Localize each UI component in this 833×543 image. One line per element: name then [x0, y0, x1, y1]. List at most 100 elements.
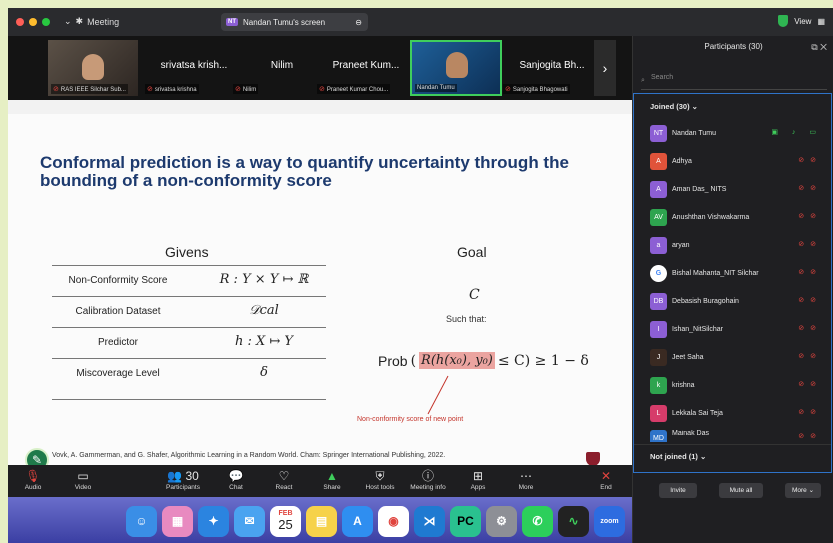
activity-monitor-icon[interactable]: ∿ [558, 505, 589, 537]
apps-button[interactable]: ⊞ Apps [455, 468, 501, 491]
muted-icons: ⊘⊘ [798, 213, 822, 220]
avatar: AV [650, 208, 667, 226]
givens-row: Predictor h : X ↦ Y [52, 327, 326, 357]
participant-row[interactable]: MD Mainak Das ⊘⊘ [650, 430, 828, 442]
popout-icon[interactable]: ⧉ [811, 42, 817, 52]
participant-row[interactable]: AV Anushthan Vishwakarma ⊘⊘ [650, 206, 828, 228]
givens-heading: Givens [165, 244, 209, 260]
participant-name: Aman Das_ NITS [672, 185, 727, 193]
video-tile[interactable]: Praneet Kum... ⊘ Praneet Kumar Chou... [314, 40, 418, 96]
chrome-icon[interactable]: ◉ [378, 505, 409, 537]
safari-icon[interactable]: ✦ [198, 505, 229, 537]
muted-icons: ⊘⊘ [798, 409, 822, 416]
host-tools-button[interactable]: ⛨ Host tools [357, 468, 403, 491]
muted-icons: ⊘⊘ [798, 297, 822, 304]
share-options-icon[interactable]: ⊖ [355, 18, 362, 27]
open-paren: ( [410, 352, 417, 369]
pycharm-icon[interactable]: PC [450, 505, 481, 537]
view-label: View [794, 16, 812, 26]
participant-row[interactable]: A Adhya ⊘⊘ [650, 150, 828, 172]
participants-button[interactable]: 👥 30 Participants [160, 468, 206, 491]
next-page-button[interactable]: › [594, 40, 616, 96]
highlighted-score: R(h(x₀), y₀) [419, 352, 495, 369]
participant-row[interactable]: a aryan ⊘⊘ [650, 234, 828, 256]
active-speaker-tile[interactable]: Nandan Tumu [410, 40, 502, 96]
calendar-icon[interactable]: FEB 25 [270, 505, 301, 537]
avatar: G [650, 264, 667, 282]
joined-section-header[interactable]: Joined (30) ⌄ [650, 102, 698, 111]
tile-name-label: ⊘ Sanjogita Bhagowati [503, 84, 570, 94]
screen-share-indicator[interactable]: NT Nandan Tumu's screen ⊖ [221, 13, 368, 31]
participant-name: Jeet Saha [672, 353, 704, 361]
vscode-icon[interactable]: ⋊ [414, 505, 445, 537]
mail-icon[interactable]: ✉ [234, 505, 265, 537]
audio-button[interactable]: 🎙 Audio [10, 468, 56, 491]
participant-row[interactable]: DB Debasish Buragohain ⊘⊘ [650, 290, 828, 312]
react-button[interactable]: ♡ React [261, 468, 307, 491]
meeting-info-button[interactable]: ⓘ Meeting info [405, 468, 451, 491]
view-button[interactable]: View ▦ [778, 15, 825, 27]
participant-row[interactable]: G Bishal Mahanta_NIT Silchar ⊘⊘ [650, 262, 828, 284]
participant-name: Lekkala Sai Teja [672, 409, 723, 417]
launchpad-icon[interactable]: ▦ [162, 505, 193, 537]
goal-c: C [469, 287, 480, 303]
close-icon[interactable]: ✕ [820, 42, 827, 52]
tile-name-label: ⊘ srivatsa krishna [145, 84, 199, 94]
app-store-icon[interactable]: A [342, 505, 373, 537]
whatsapp-icon[interactable]: ✆ [522, 505, 553, 537]
row-math: h : X ↦ Y [234, 334, 293, 349]
citation: Vovk, A. Gammerman, and G. Shafer, Algor… [52, 452, 446, 459]
end-icon: ✕ [600, 469, 612, 483]
end-button[interactable]: ✕ End [583, 468, 629, 491]
participant-row[interactable]: J Jeet Saha ⊘⊘ [650, 346, 828, 368]
chevron-down-icon[interactable]: ⌄ [64, 16, 72, 27]
close-window-button[interactable] [16, 18, 24, 26]
not-joined-section-header[interactable]: Not joined (1) ⌄ [650, 452, 706, 461]
row-math: R : Y × Y ↦ ℝ [219, 272, 309, 287]
chat-button[interactable]: 💬 Chat [213, 468, 259, 491]
more-icon: ⋯ [520, 469, 532, 483]
video-button[interactable]: ▭ Video [60, 468, 106, 491]
notes-icon[interactable]: ▤ [306, 505, 337, 537]
invite-button[interactable]: Invite [659, 483, 697, 498]
info-icon: ⓘ [421, 469, 434, 483]
participant-name: Mainak Das [672, 430, 709, 437]
settings-icon[interactable]: ⚙ [486, 505, 517, 537]
university-crest-logo [586, 452, 600, 466]
video-tile[interactable]: ⊘ RAS IEEE Silchar Sub... [48, 40, 138, 96]
participant-row[interactable]: A Aman Das_ NITS ⊘⊘ [650, 178, 828, 200]
avatar: a [650, 236, 667, 254]
sharer-avatar: NT [226, 18, 238, 26]
participant-name: aryan [672, 241, 690, 249]
tile-display-name: Sanjogita Bh... [519, 60, 585, 71]
zoom-icon[interactable]: zoom [594, 505, 625, 537]
mute-all-button[interactable]: Mute all [719, 483, 763, 498]
more-options-button[interactable]: More ⌄ [785, 483, 821, 498]
video-tile[interactable]: Sanjogita Bh... ⊘ Sanjogita Bhagowati [500, 40, 604, 96]
participant-name: Ishan_NitSilchar [672, 325, 723, 333]
zoom-window: ⌄ ✱ Meeting NT Nandan Tumu's screen ⊖ Vi… [8, 8, 833, 543]
participant-row[interactable]: I Ishan_NitSilchar ⊘⊘ [650, 318, 828, 340]
apps-icon: ⊞ [472, 469, 484, 483]
participant-row[interactable]: L Lekkala Sai Teja ⊘⊘ [650, 402, 828, 424]
minimize-window-button[interactable] [29, 18, 37, 26]
givens-row: Miscoverage Level δ [52, 358, 326, 388]
shield-icon: ⛨ [375, 469, 385, 483]
share-button[interactable]: ▲ Share [309, 468, 355, 491]
participant-row[interactable]: NT Nandan Tumu ▣ ♪ ▭ [650, 122, 828, 144]
tile-name-label: ⊘ Nilim [233, 84, 259, 94]
muted-icons: ⊘⊘ [798, 353, 822, 360]
participant-list: Joined (30) ⌄ NT Nandan Tumu ▣ ♪ ▭ A Adhya ⊘… [633, 93, 832, 473]
row-label: Miscoverage Level [76, 368, 160, 379]
more-button[interactable]: ⋯ More [503, 468, 549, 491]
zoom-window-button[interactable] [42, 18, 50, 26]
row-label: Non-Conformity Score [68, 275, 168, 286]
participants-panel: Participants (30) ⧉ ✕ ⌕ Search Joined (3… [632, 36, 833, 543]
finder-icon[interactable]: ☺ [126, 505, 157, 537]
mic-off-icon: ⊘ [235, 86, 241, 93]
search-input[interactable]: ⌕ Search [641, 74, 827, 90]
participant-row[interactable]: k krishna ⊘⊘ [650, 374, 828, 396]
shared-slide: Conformal prediction is a way to quantif… [8, 100, 632, 472]
panel-title: Participants (30) [704, 42, 763, 51]
share-icon: ▲ [326, 469, 338, 483]
